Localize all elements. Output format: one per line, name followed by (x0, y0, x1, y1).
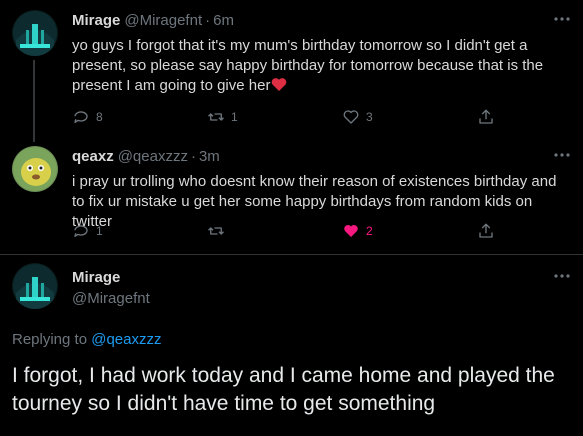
display-name[interactable]: Mirage (72, 269, 120, 286)
timestamp[interactable]: 6m (213, 12, 234, 29)
tweet-2[interactable]: qeaxz @qeaxzzz · 3m i pray ur trolling w… (0, 136, 583, 254)
replying-to-label: Replying to (12, 331, 88, 348)
avatar[interactable] (12, 263, 58, 309)
reply-icon (74, 111, 88, 123)
like-icon (344, 225, 358, 237)
timestamp[interactable]: 3m (199, 148, 220, 165)
display-name[interactable]: qeaxz (72, 148, 114, 165)
share-icon (479, 109, 493, 124)
reply-icon (74, 225, 88, 237)
thread-line (33, 60, 35, 142)
separator: · (190, 148, 196, 165)
tweet-header: qeaxz @qeaxzzz · 3m (72, 148, 220, 166)
focused-tweet-text: I forgot, I had work today and I came ho… (12, 364, 555, 415)
handle[interactable]: @Miragefnt (124, 12, 202, 29)
more-icon[interactable] (553, 146, 571, 164)
reply-button[interactable]: 8 (72, 108, 207, 126)
like-count: 2 (366, 224, 373, 238)
more-icon[interactable] (553, 267, 571, 285)
retweet-button[interactable]: 1 (207, 108, 342, 126)
display-name[interactable]: Mirage (72, 12, 120, 29)
share-button[interactable] (477, 108, 501, 126)
tweet-actions: 1 2 (72, 220, 512, 242)
heart-emoji-icon (272, 78, 287, 91)
like-count: 3 (366, 110, 373, 124)
tweet-text-content: yo guys I forgot that it's my mum's birt… (72, 37, 544, 94)
tweet-thread: Mirage @Miragefnt · 6m yo guys I forgot … (0, 0, 583, 436)
avatar-image (12, 146, 58, 192)
avatar-image (12, 263, 58, 309)
retweet-count: 1 (231, 110, 238, 124)
like-button[interactable]: 3 (342, 108, 477, 126)
tweet-text: yo guys I forgot that it's my mum's birt… (72, 36, 572, 96)
tweet-actions: 8 1 3 (72, 106, 512, 128)
tweet-1[interactable]: Mirage @Miragefnt · 6m yo guys I forgot … (0, 0, 583, 142)
retweet-icon (208, 227, 224, 235)
avatar[interactable] (12, 10, 58, 56)
avatar[interactable] (12, 146, 58, 192)
mention-link[interactable]: @qeaxzzz (91, 331, 161, 348)
handle[interactable]: @qeaxzzz (118, 148, 188, 165)
replying-to: Replying to @qeaxzzz (12, 331, 161, 348)
share-button[interactable] (477, 222, 501, 240)
like-button[interactable]: 2 (342, 222, 477, 240)
separator: · (205, 12, 211, 29)
like-icon (343, 110, 359, 124)
more-icon[interactable] (553, 10, 571, 28)
avatar-image (12, 10, 58, 56)
handle[interactable]: @Miragefnt (72, 290, 150, 307)
reply-button[interactable]: 1 (72, 222, 207, 240)
tweet-header: Mirage @Miragefnt · 6m (72, 12, 234, 30)
reply-count: 1 (96, 224, 103, 238)
retweet-button[interactable] (207, 222, 342, 240)
retweet-icon (208, 113, 224, 121)
reply-count: 8 (96, 110, 103, 124)
share-icon (479, 223, 493, 238)
